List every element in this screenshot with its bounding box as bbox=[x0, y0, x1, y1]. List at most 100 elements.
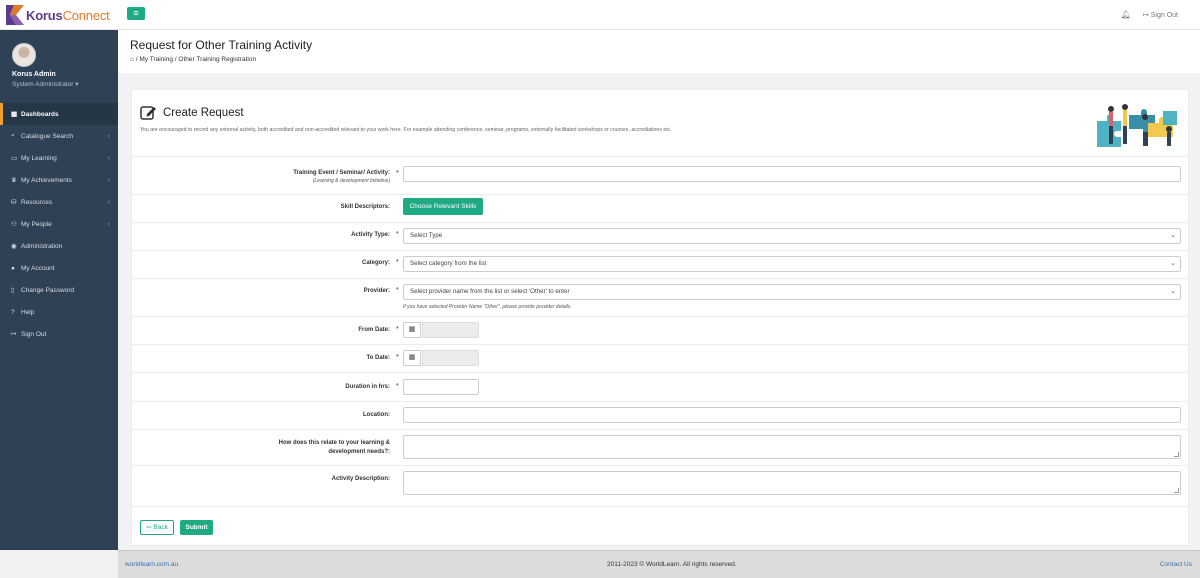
breadcrumb: ⌂ / My Training / Other Training Registr… bbox=[130, 56, 257, 63]
sidebar-item-catalogue-search[interactable]: ⌕ Catalogue Search ‹ bbox=[0, 125, 118, 147]
calendar-icon[interactable]: ▦ bbox=[403, 350, 421, 366]
chevron-left-icon: ‹ bbox=[107, 132, 110, 140]
intro-text: You are encouraged to record any externa… bbox=[140, 127, 672, 133]
profile-role[interactable]: System Administrator ▾ bbox=[12, 80, 79, 88]
home-icon[interactable]: ⌂ bbox=[130, 56, 134, 63]
submit-button[interactable]: Submit bbox=[180, 520, 213, 535]
sidebar-item-my-achievements[interactable]: ♛ My Achievements ‹ bbox=[0, 169, 118, 191]
provider-label: Provider: bbox=[363, 288, 390, 294]
category-select[interactable]: Select category from the list ⌄ bbox=[403, 256, 1181, 272]
provider-select[interactable]: Select provider name from the list or se… bbox=[403, 284, 1181, 300]
sign-out-label: Sign Out bbox=[1150, 11, 1178, 19]
training-event-input[interactable] bbox=[403, 166, 1181, 182]
dashboard-icon: ▦ bbox=[11, 111, 18, 118]
duration-input[interactable] bbox=[403, 379, 479, 395]
sidebar-item-label: My People bbox=[21, 220, 52, 228]
edit-icon bbox=[140, 106, 156, 120]
from-date-input[interactable] bbox=[422, 322, 479, 338]
to-date-label: To Date: bbox=[366, 355, 390, 361]
logo-text-korus: Korus bbox=[26, 7, 63, 23]
chevron-left-icon: ‹ bbox=[107, 220, 110, 228]
sign-out-link[interactable]: ↦ Sign Out bbox=[1143, 11, 1178, 19]
calendar-icon[interactable]: ▦ bbox=[403, 322, 421, 338]
profile-panel: Korus Admin System Administrator ▾ bbox=[0, 30, 118, 103]
from-date-label: From Date: bbox=[358, 327, 390, 333]
chevron-down-icon: ⌄ bbox=[1170, 260, 1176, 267]
people-icon: ⚇ bbox=[11, 221, 17, 228]
bell-icon[interactable]: 🔔︎ bbox=[1121, 10, 1131, 19]
divider bbox=[132, 250, 1190, 251]
divider bbox=[132, 278, 1190, 279]
back-button[interactable]: ⇦ Back bbox=[140, 520, 174, 535]
sidebar-item-label: Dashboards bbox=[21, 110, 59, 118]
search-icon: ⌕ bbox=[11, 132, 15, 139]
sidebar-item-my-account[interactable]: ● My Account bbox=[0, 257, 118, 279]
required-mark: * bbox=[396, 383, 399, 390]
sidebar-item-label: Sign Out bbox=[21, 330, 47, 338]
location-input[interactable] bbox=[403, 407, 1181, 423]
footer-contact-link[interactable]: Contact Us bbox=[1160, 561, 1192, 568]
logo[interactable]: KorusConnect bbox=[6, 4, 110, 26]
menu-toggle-button[interactable]: ≡ bbox=[127, 7, 145, 20]
sidebar-item-label: My Account bbox=[21, 264, 55, 272]
divider bbox=[132, 156, 1190, 157]
card-title-text: Create Request bbox=[163, 106, 244, 119]
hamburger-icon: ≡ bbox=[133, 8, 139, 18]
sidebar-item-label: My Learning bbox=[21, 154, 57, 162]
profile-role-label: System Administrator bbox=[12, 81, 74, 88]
location-label: Location: bbox=[363, 412, 390, 418]
divider bbox=[132, 316, 1190, 317]
sidebar-item-change-password[interactable]: ▯ Change Password bbox=[0, 279, 118, 301]
sidebar-item-dashboards[interactable]: ▦ Dashboards bbox=[0, 103, 118, 125]
divider bbox=[132, 372, 1190, 373]
sidebar-item-sign-out[interactable]: ↦ Sign Out bbox=[0, 323, 118, 345]
sidebar-item-my-people[interactable]: ⚇ My People ‹ bbox=[0, 213, 118, 235]
user-icon: ● bbox=[11, 264, 15, 272]
activity-description-label: Activity Description: bbox=[331, 476, 390, 482]
divider bbox=[132, 194, 1190, 195]
sidebar-item-label: Administration bbox=[21, 242, 63, 250]
sidebar-item-label: Help bbox=[21, 308, 35, 316]
chevron-left-icon: ‹ bbox=[107, 198, 110, 206]
choose-skills-button[interactable]: Choose Relevant Skills bbox=[403, 198, 483, 215]
divider bbox=[132, 506, 1190, 507]
sidebar-nav: ▦ Dashboards ⌕ Catalogue Search ‹ ▭ My Learn… bbox=[0, 103, 118, 345]
footer: worldlearn.com.au 2011-2023 © WorldLearn… bbox=[118, 550, 1200, 578]
sidebar-item-label: Catalogue Search bbox=[21, 132, 74, 140]
required-mark: * bbox=[396, 354, 399, 361]
category-label: Category: bbox=[361, 260, 390, 266]
sidebar-item-resources[interactable]: ⛁ Resources ‹ bbox=[0, 191, 118, 213]
activity-type-label: Activity Type: bbox=[351, 232, 390, 238]
avatar[interactable] bbox=[12, 43, 36, 67]
to-date-input[interactable] bbox=[422, 350, 479, 366]
resources-icon: ⛁ bbox=[11, 199, 17, 206]
arrow-left-icon: ⇦ bbox=[146, 524, 152, 531]
divider bbox=[132, 222, 1190, 223]
chevron-down-icon: ⌄ bbox=[1170, 232, 1176, 239]
sidebar-item-administration[interactable]: ◉ Administration bbox=[0, 235, 118, 257]
activity-description-textarea[interactable] bbox=[403, 471, 1181, 495]
relate-needs-textarea[interactable] bbox=[403, 435, 1181, 459]
caret-down-icon: ▾ bbox=[75, 81, 79, 88]
footer-site-link[interactable]: worldlearn.com.au bbox=[125, 561, 178, 568]
card-title: Create Request bbox=[140, 105, 244, 120]
sidebar-item-label: My Achievements bbox=[21, 176, 72, 184]
chevron-left-icon: ‹ bbox=[107, 154, 110, 162]
sidebar-item-my-learning[interactable]: ▭ My Learning ‹ bbox=[0, 147, 118, 169]
sidebar-item-help[interactable]: ? Help bbox=[0, 301, 118, 323]
activity-type-value: Select Type bbox=[410, 232, 443, 239]
top-right-actions: 🔔︎ ↦ Sign Out bbox=[1121, 10, 1178, 19]
divider bbox=[132, 429, 1190, 430]
sign-out-icon: ↦ bbox=[1142, 11, 1149, 19]
sidebar-item-label: Change Password bbox=[21, 286, 75, 294]
breadcrumb-my-training[interactable]: My Training bbox=[139, 56, 173, 63]
chevron-left-icon: ‹ bbox=[107, 176, 110, 184]
divider bbox=[132, 344, 1190, 345]
help-icon: ? bbox=[11, 308, 15, 316]
duration-label: Duration in hrs: bbox=[345, 384, 390, 390]
required-mark: * bbox=[396, 170, 399, 177]
provider-hint: If you have selected Provider Name "Othe… bbox=[403, 304, 572, 310]
training-event-label-text: Training Event / Seminar/ Activity: bbox=[293, 170, 390, 176]
relate-needs-label: How does this relate to your learning & … bbox=[278, 440, 390, 455]
activity-type-select[interactable]: Select Type ⌄ bbox=[403, 228, 1181, 244]
